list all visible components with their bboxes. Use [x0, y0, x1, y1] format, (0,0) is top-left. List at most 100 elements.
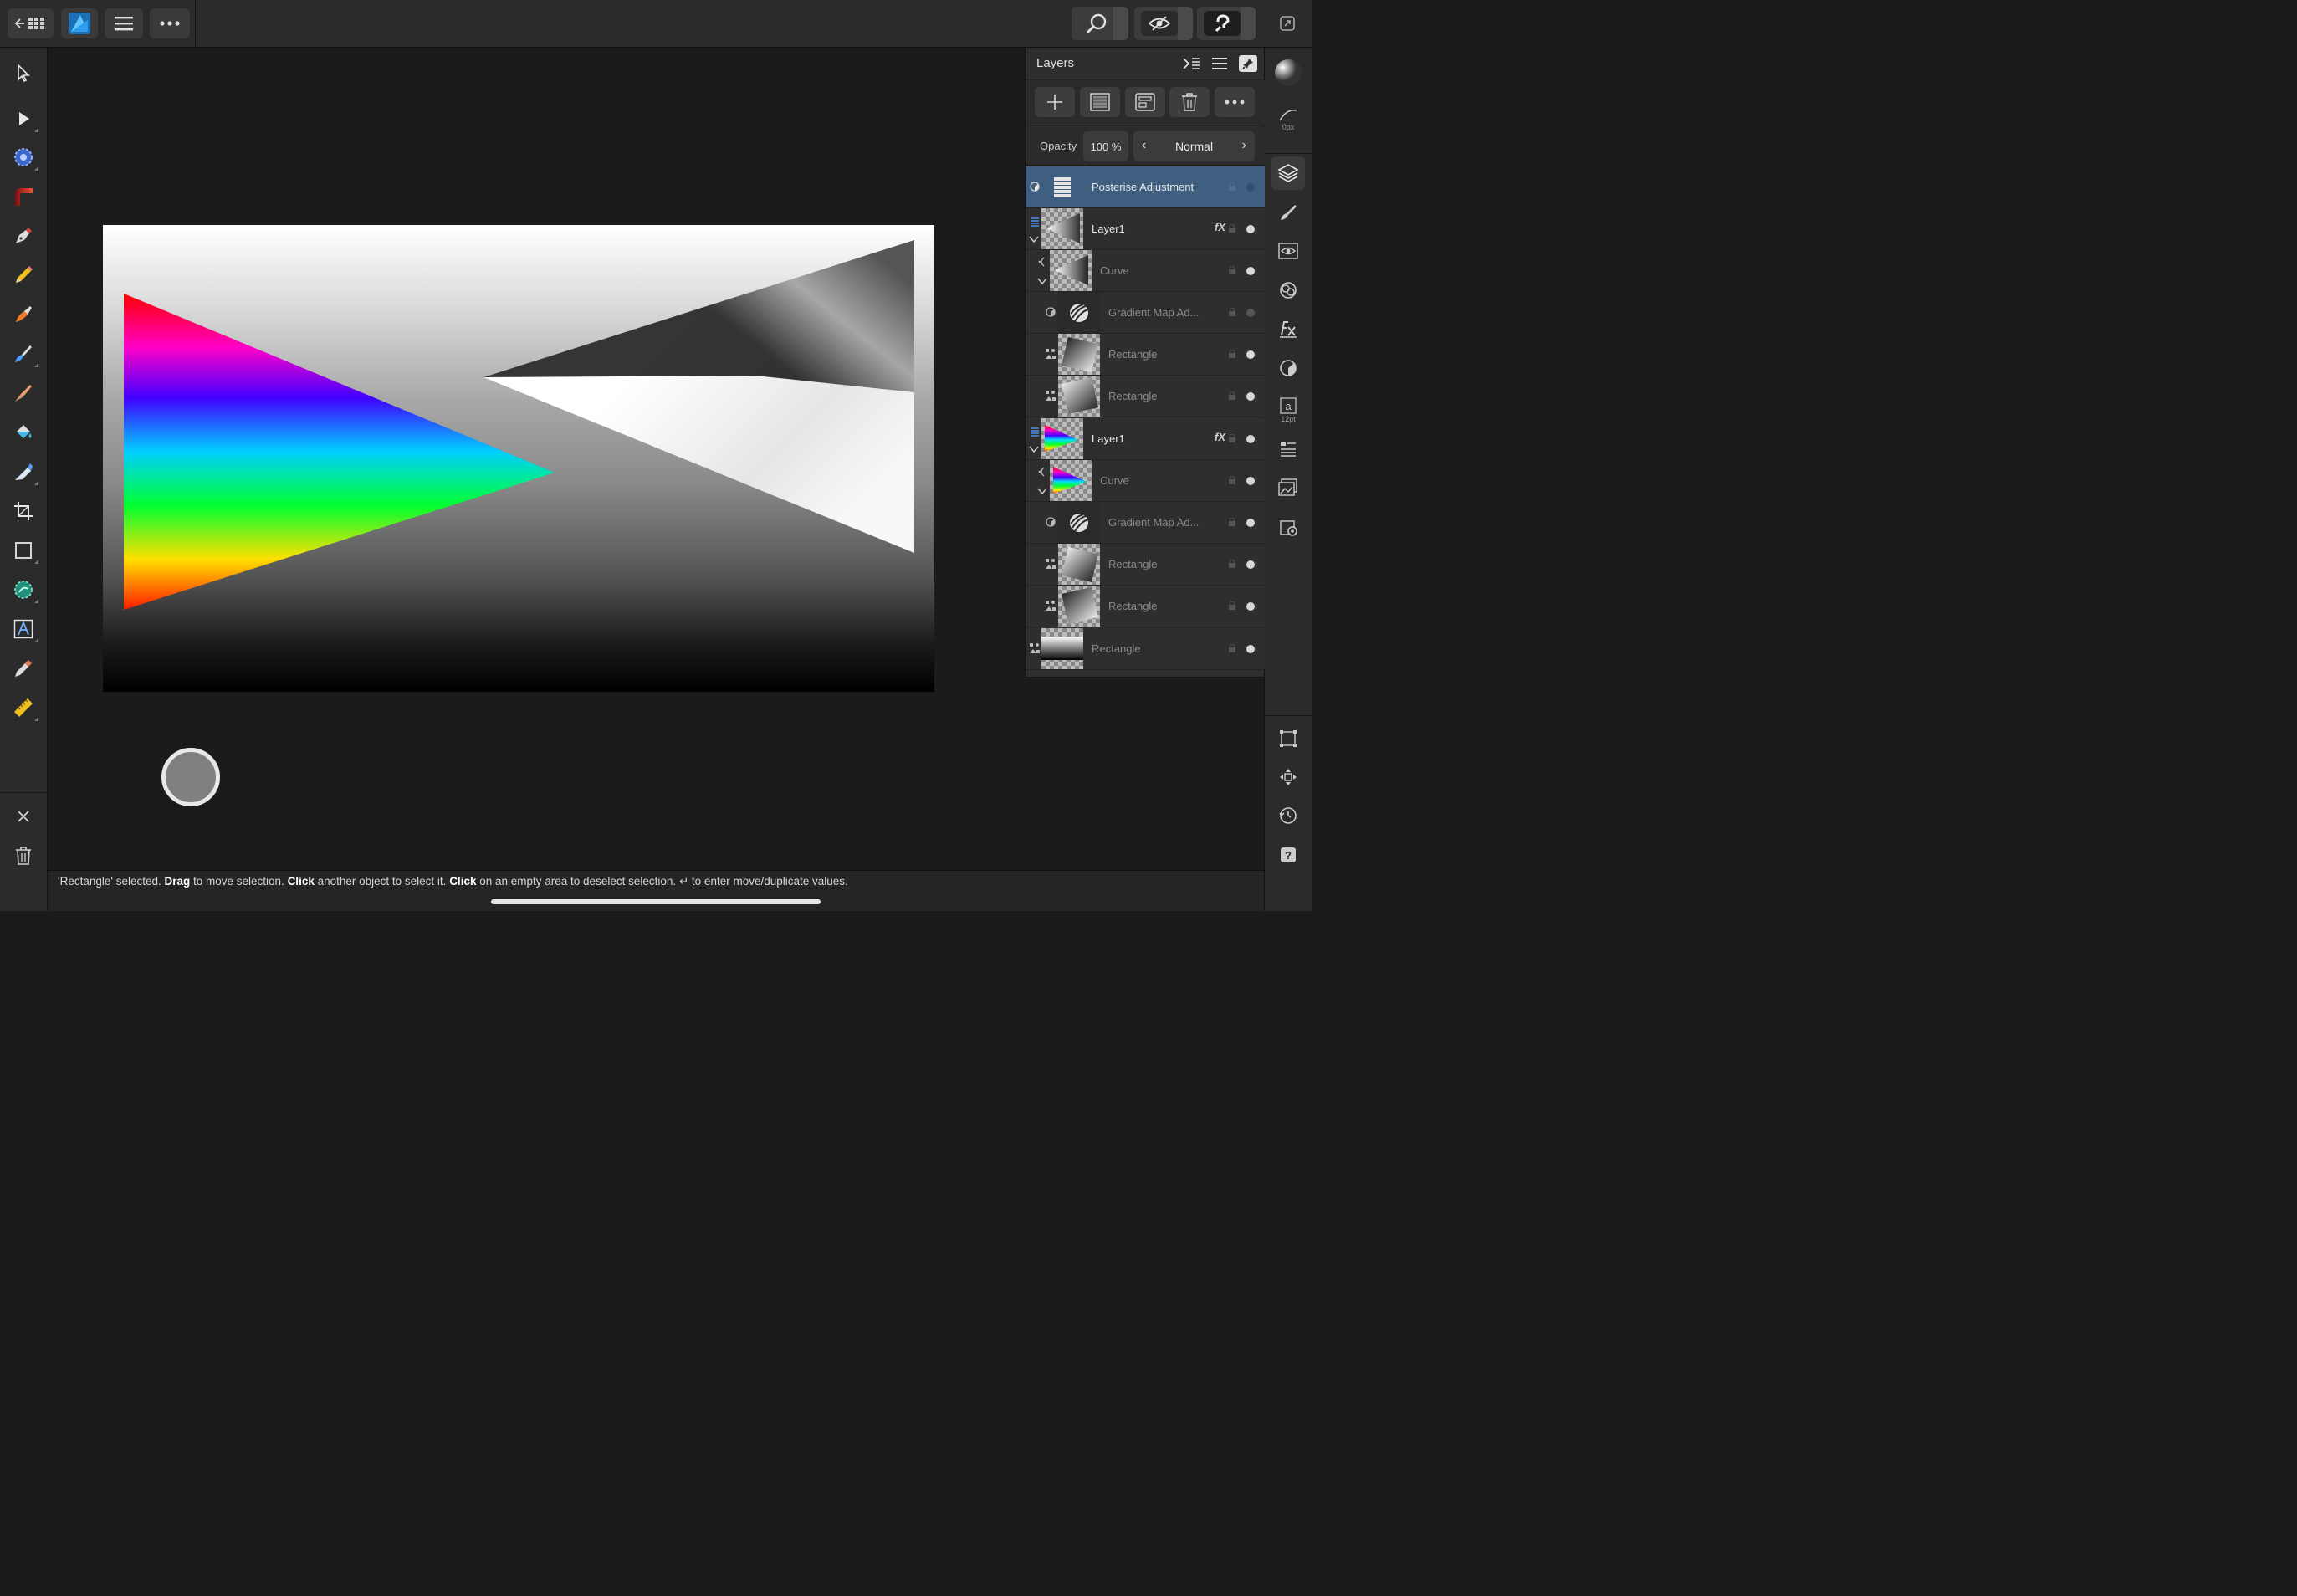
main-menu-button[interactable] [105, 8, 143, 38]
selection-brush-tool[interactable] [7, 573, 40, 606]
gradient-tool[interactable] [7, 180, 40, 213]
layer-row[interactable]: Gradient Map Ad... [1026, 502, 1265, 544]
visibility-toggle[interactable] [1246, 560, 1255, 569]
layers-collapse-button[interactable] [1181, 54, 1201, 73]
visibility-toggle[interactable] [1246, 645, 1255, 653]
delete-button[interactable] [7, 839, 40, 872]
text-tool[interactable] [7, 612, 40, 646]
lock-icon[interactable] [1229, 518, 1235, 526]
add-mask-button[interactable] [1080, 87, 1120, 117]
home-indicator[interactable] [491, 899, 821, 904]
move-studio-button[interactable] [1271, 760, 1305, 794]
adjustments-studio-button[interactable] [1271, 274, 1305, 307]
help-button[interactable]: ? [1271, 838, 1305, 872]
paint-brush-tool[interactable] [7, 337, 40, 371]
pen-tool[interactable] [7, 219, 40, 253]
fx-studio-button[interactable] [1271, 312, 1305, 345]
layers-studio-button[interactable] [1271, 156, 1305, 190]
layer-row[interactable]: Layer1 fX [1026, 208, 1265, 250]
chevron-down-icon[interactable] [1029, 445, 1039, 453]
add-layer-button[interactable] [1035, 87, 1075, 117]
colour-studio-button[interactable] [1271, 56, 1305, 90]
layer-row[interactable]: Rectangle [1026, 586, 1265, 627]
vector-brush-tool[interactable] [7, 298, 40, 331]
chevron-down-icon[interactable] [1037, 277, 1047, 285]
layer-row[interactable]: Curve [1026, 250, 1265, 292]
flood-select-tool[interactable] [7, 141, 40, 174]
artboard-rectangle[interactable] [103, 225, 934, 692]
retouch-brush-tool[interactable] [7, 455, 40, 489]
more-options-button[interactable] [150, 8, 190, 38]
lock-icon[interactable] [1229, 308, 1235, 316]
cancel-button[interactable] [7, 800, 40, 833]
visibility-toggle[interactable] [1246, 392, 1255, 401]
lock-icon[interactable] [1229, 476, 1235, 484]
measure-tool[interactable] [7, 691, 40, 724]
layer-row[interactable]: Layer1 fX [1026, 418, 1265, 460]
navigator-studio-button[interactable] [1271, 471, 1305, 504]
pencil-tool[interactable] [7, 258, 40, 292]
lock-icon[interactable] [1229, 560, 1235, 568]
styles-studio-button[interactable] [1271, 351, 1305, 385]
lock-icon[interactable] [1229, 266, 1235, 274]
delete-layer-button[interactable] [1169, 87, 1210, 117]
persona-switch-button[interactable] [61, 8, 98, 38]
stroke-studio-button[interactable]: 0px [1271, 98, 1305, 140]
visibility-toggle[interactable] [1246, 519, 1255, 527]
group-layers-button[interactable] [1125, 87, 1165, 117]
character-studio-button[interactable]: a 12pt [1271, 389, 1305, 431]
chevron-down-icon[interactable] [1029, 235, 1039, 243]
pixel-brush-tool[interactable] [7, 376, 40, 410]
crop-tool[interactable] [7, 494, 40, 528]
layer-row[interactable]: Gradient Map Ad... [1026, 292, 1265, 334]
layer-row[interactable]: Rectangle [1026, 376, 1265, 417]
visibility-toggle[interactable] [1246, 183, 1255, 192]
brushes-studio-button[interactable] [1271, 196, 1305, 229]
fullscreen-button[interactable] [1277, 13, 1297, 33]
fx-badge[interactable]: fX [1215, 221, 1225, 233]
fill-tool[interactable] [7, 416, 40, 449]
move-tool[interactable] [7, 56, 40, 90]
visibility-toggle[interactable] [1246, 477, 1255, 485]
quick-action-button[interactable] [161, 748, 220, 806]
layer-row[interactable]: Posterise Adjustment [1026, 166, 1265, 208]
blend-mode-select[interactable]: ‹ Normal › [1133, 131, 1255, 161]
transform-studio-button[interactable] [1271, 722, 1305, 755]
back-to-gallery-button[interactable] [8, 8, 54, 38]
zoom-button[interactable] [1072, 7, 1128, 40]
history-studio-button[interactable] [1271, 799, 1305, 832]
lock-icon[interactable] [1229, 391, 1235, 400]
settings-studio-button[interactable] [1271, 510, 1305, 544]
visibility-toggle[interactable] [1246, 602, 1255, 611]
lock-icon[interactable] [1229, 434, 1235, 442]
layer-row[interactable]: Rectangle [1026, 628, 1265, 670]
visibility-toggle[interactable] [1246, 225, 1255, 233]
layer-row[interactable]: Curve [1026, 460, 1265, 502]
text-styles-studio-button[interactable] [1271, 432, 1305, 466]
lock-icon[interactable] [1229, 644, 1235, 652]
lock-icon[interactable] [1229, 601, 1235, 610]
color-picker-tool[interactable] [7, 652, 40, 685]
chevron-down-icon[interactable] [1037, 487, 1047, 495]
opacity-field[interactable]: 100 % [1083, 131, 1128, 161]
visibility-toggle[interactable] [1246, 267, 1255, 275]
layer-row[interactable]: Rectangle [1026, 334, 1265, 376]
visibility-toggle[interactable] [1246, 309, 1255, 317]
rectangle-tool[interactable] [7, 534, 40, 567]
lock-icon[interactable] [1229, 182, 1235, 191]
blend-prev-icon[interactable]: ‹ [1142, 138, 1146, 153]
lock-icon[interactable] [1229, 350, 1235, 358]
visibility-studio-button[interactable] [1271, 234, 1305, 268]
layers-menu-button[interactable] [1210, 54, 1230, 73]
fx-badge[interactable]: fX [1215, 431, 1225, 443]
lock-icon[interactable] [1229, 224, 1235, 233]
blend-next-icon[interactable]: › [1242, 138, 1246, 153]
snapping-button[interactable] [1197, 7, 1256, 40]
layer-more-button[interactable] [1215, 87, 1255, 117]
layer-row[interactable]: Rectangle [1026, 544, 1265, 586]
visibility-toggle[interactable] [1246, 435, 1255, 443]
view-mode-button[interactable] [1134, 7, 1193, 40]
node-tool[interactable] [7, 102, 40, 136]
pin-panel-button[interactable] [1239, 55, 1257, 72]
visibility-toggle[interactable] [1246, 350, 1255, 359]
